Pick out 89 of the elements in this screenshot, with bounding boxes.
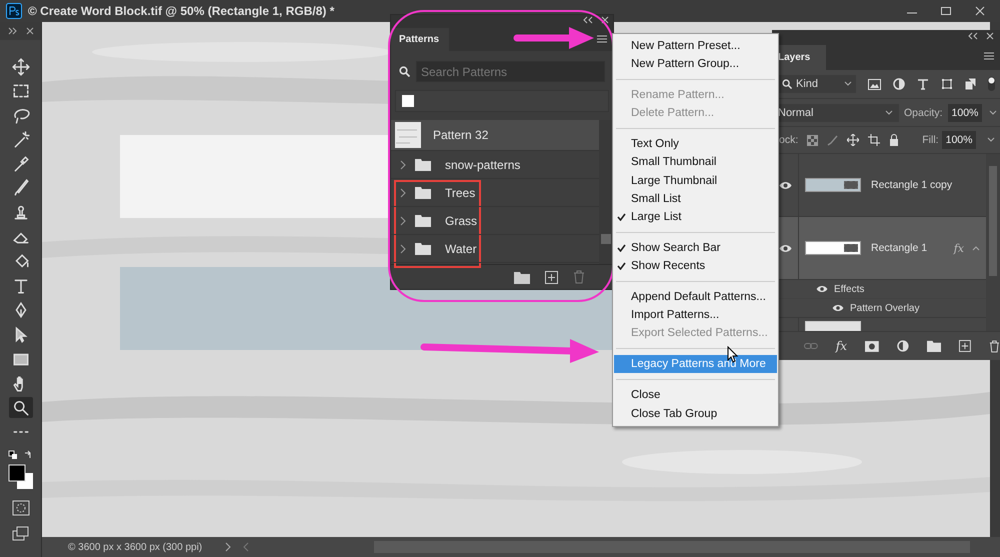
new-layer-icon[interactable]	[959, 340, 972, 352]
close-icon[interactable]	[986, 32, 994, 40]
maximize-icon[interactable]	[940, 5, 952, 17]
color-swatches-icon[interactable]	[8, 464, 34, 490]
folder-icon	[415, 214, 431, 227]
expand-icon[interactable]	[8, 27, 18, 35]
collapse-icon[interactable]	[583, 16, 593, 24]
pattern-group-row[interactable]: snow-patterns	[391, 151, 599, 179]
effect-name: Pattern Overlay	[850, 302, 920, 314]
chevron-icon[interactable]	[399, 160, 407, 170]
image-filter-icon[interactable]	[868, 78, 881, 90]
group-name: Water	[445, 242, 477, 256]
fill-label: Fill:	[922, 134, 939, 146]
folder-icon[interactable]	[926, 340, 942, 352]
pattern-name: Pattern 32	[433, 128, 488, 142]
menu-icon[interactable]	[597, 35, 607, 43]
effects-label: Effects	[834, 284, 864, 294]
group-name: Trees	[445, 186, 476, 200]
window-title: © Create Word Block.tif @ 50% (Rectangle 1, RGB/8) *	[28, 4, 334, 18]
layer-name: Rectangle 1 copy	[871, 179, 952, 191]
chevron-right-icon[interactable]	[224, 542, 232, 552]
layer-thumbnail	[805, 321, 861, 331]
folder-icon	[415, 186, 431, 199]
lock-pixels-icon[interactable]	[807, 134, 818, 146]
visibility-eye-icon[interactable]	[816, 285, 828, 293]
new-item-icon[interactable]	[545, 270, 558, 284]
search-icon	[399, 66, 410, 77]
collapse-caret-icon[interactable]	[972, 245, 980, 251]
pattern-thumbnail-icon	[395, 122, 421, 148]
adjustment-icon[interactable]	[896, 340, 909, 352]
app-logo-icon	[6, 3, 22, 19]
group-name: snow-patterns	[445, 158, 520, 172]
zoom-tool-icon[interactable]	[8, 397, 32, 418]
dropdown-caret-icon[interactable]	[987, 137, 996, 143]
type-filter-icon[interactable]	[917, 78, 929, 90]
pattern-row[interactable]: Pattern 32	[391, 120, 599, 151]
effects-badge[interactable]: fx	[954, 242, 964, 254]
close-icon[interactable]	[601, 16, 609, 24]
pattern-group-row[interactable]: Water	[391, 235, 599, 263]
move-icon[interactable]	[847, 134, 860, 146]
vertical-scrollbar[interactable]	[986, 154, 1000, 331]
lock-icon[interactable]	[889, 134, 900, 146]
menu-item[interactable]: Close	[614, 386, 777, 404]
menu-item[interactable]: Import Patterns...	[614, 306, 777, 324]
search-field[interactable]: Search Patterns	[416, 61, 605, 82]
caret-icon	[844, 81, 852, 87]
panel-tab[interactable]: Patterns	[391, 28, 450, 51]
crop-icon[interactable]	[868, 134, 880, 146]
menu-item[interactable]: Append Default Patterns...	[614, 288, 777, 306]
quick-mask-icon[interactable]	[12, 500, 30, 516]
visibility-eye-icon[interactable]	[832, 304, 844, 312]
chevron-icon[interactable]	[399, 244, 407, 254]
caret-icon	[885, 110, 893, 116]
folder-icon	[415, 242, 431, 255]
search-icon	[782, 79, 792, 89]
opacity-label: Opacity:	[904, 106, 943, 118]
filter-dropdown[interactable]: Kind	[778, 75, 856, 93]
close-icon[interactable]	[974, 5, 986, 17]
visibility-eye-icon[interactable]	[778, 244, 792, 252]
brush-icon[interactable]	[827, 134, 838, 146]
pattern-group-row[interactable]: Trees	[391, 179, 599, 207]
recent-pattern-swatch[interactable]	[402, 95, 414, 107]
smart-object-filter-icon[interactable]	[965, 78, 976, 90]
layer-thumbnail	[805, 178, 861, 192]
menu-icon[interactable]	[984, 52, 994, 60]
chevron-icon[interactable]	[399, 216, 407, 226]
chevron-icon[interactable]	[399, 188, 407, 198]
menu-item[interactable]: Text Only	[614, 135, 777, 154]
opacity-field[interactable]: 100%	[948, 104, 982, 122]
screen-mode-icon[interactable]	[12, 526, 30, 542]
layer-thumbnail	[805, 241, 861, 255]
document-info: © 3600 px x 3600 px (300 ppi)	[68, 542, 204, 552]
group-name: Grass	[445, 214, 478, 228]
collapse-icon[interactable]	[968, 32, 978, 40]
folder-icon	[415, 158, 431, 171]
filter-toggle-icon[interactable]	[988, 77, 995, 91]
adjustment-filter-icon[interactable]	[893, 78, 905, 90]
close-icon[interactable]	[26, 27, 34, 35]
folder-icon[interactable]	[514, 270, 530, 284]
lock-label: ock:	[779, 134, 798, 146]
visibility-eye-icon[interactable]	[778, 180, 792, 190]
fill-field[interactable]: 100%	[942, 131, 976, 149]
menu-item[interactable]: Close Tab Group	[614, 404, 777, 423]
mask-icon[interactable]	[865, 340, 879, 352]
shape-filter-icon[interactable]	[941, 78, 953, 90]
dropdown-caret-icon[interactable]	[989, 110, 998, 116]
add-effect-button[interactable]: fx	[836, 339, 847, 353]
layer-name: Rectangle 1	[871, 242, 928, 254]
pattern-group-row[interactable]: Grass	[391, 207, 599, 235]
